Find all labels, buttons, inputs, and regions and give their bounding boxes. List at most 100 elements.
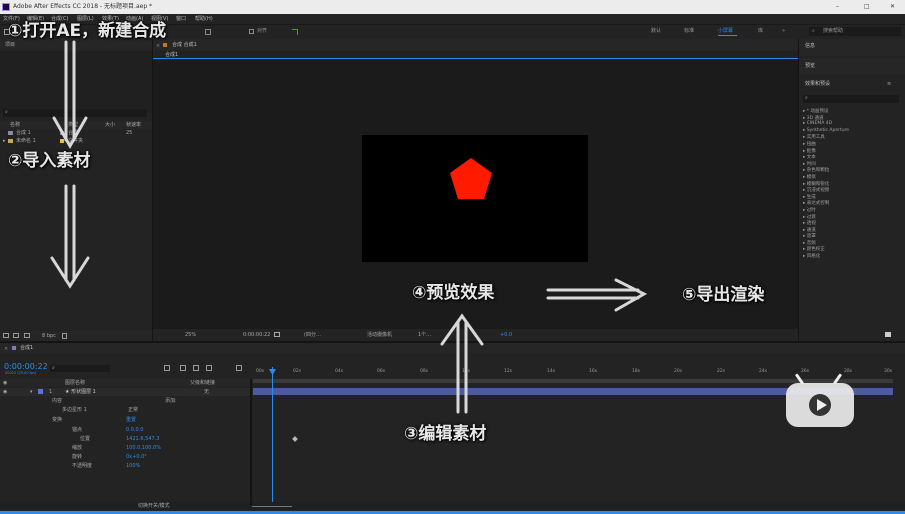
label-color-icon[interactable] (38, 389, 43, 394)
property-contents[interactable]: 内容 (52, 399, 62, 404)
layer-row[interactable]: ◉ ▾ 1 ★ 形状图层 1 无 (0, 388, 250, 396)
close-tab-icon[interactable]: × (156, 43, 160, 49)
viewer-timecode[interactable]: 0:00:00:22 (243, 333, 270, 338)
snap-checkbox[interactable] (249, 29, 254, 34)
effect-category[interactable]: ▸ 通道 (803, 227, 901, 234)
preview-panel-header[interactable]: 预览 (799, 58, 905, 75)
snapshot-icon[interactable] (274, 332, 280, 337)
panel-divider[interactable] (798, 39, 799, 341)
disclosure-triangle-icon[interactable]: ▸ (3, 139, 6, 144)
composition-canvas[interactable] (362, 135, 588, 262)
anchor-value[interactable]: 0.0,0.0 (126, 428, 144, 433)
effect-category[interactable]: ▸ 透视 (803, 220, 901, 227)
shape-tool-icon[interactable] (205, 29, 211, 35)
new-preset-icon[interactable] (885, 332, 891, 337)
effect-category[interactable]: ▸ 表达式控制 (803, 200, 901, 207)
effect-category[interactable]: ▸ 扭曲 (803, 141, 901, 148)
column-name[interactable]: 名称 (10, 123, 20, 128)
workspace-default[interactable]: 默认 (651, 29, 661, 34)
effect-category[interactable]: ▸ Synthetic Aperture (803, 128, 901, 135)
viewer-tab-label[interactable]: 合成 合成1 (172, 43, 197, 48)
shy-layers-icon[interactable] (180, 365, 186, 371)
effect-category[interactable]: ▸ 过渡 (803, 214, 901, 221)
effect-category[interactable]: ▸ 杂色和颗粒 (803, 167, 901, 174)
draft-3d-icon[interactable] (164, 365, 170, 371)
add-label[interactable]: 添加: (165, 399, 177, 404)
toggle-switches-modes[interactable]: 切换开关/模式 (138, 504, 170, 509)
frame-blending-icon[interactable] (193, 365, 199, 371)
property-transform[interactable]: 变换 (52, 418, 62, 423)
views-dropdown[interactable]: 1个… (418, 333, 431, 338)
exposure-value[interactable]: +0.0 (500, 333, 512, 338)
resolution-dropdown[interactable]: (四分… (304, 333, 321, 338)
effect-category[interactable]: ▸ 风格化 (803, 253, 901, 260)
new-folder-icon[interactable] (13, 333, 19, 338)
reset-link[interactable]: 重置 (126, 418, 136, 423)
help-search-input[interactable]: ⌕ 搜索帮助 (809, 27, 901, 36)
camera-dropdown[interactable]: 活动摄像机 (367, 333, 392, 338)
workspace-library[interactable]: 库 (758, 29, 763, 34)
graph-editor-icon[interactable] (236, 365, 242, 371)
timeline-current-time[interactable]: 0:00:00:22 (4, 363, 48, 371)
timeline-search-input[interactable]: ⌕ (50, 365, 110, 372)
zoom-slider[interactable] (252, 506, 292, 507)
column-framerate[interactable]: 帧速率 (126, 123, 141, 128)
effects-search-input[interactable]: ⌕ (803, 95, 899, 103)
delete-icon[interactable] (62, 333, 67, 339)
close-button[interactable]: ✕ (890, 4, 895, 10)
effect-category[interactable]: ▸ 音频 (803, 240, 901, 247)
effect-category[interactable]: ▸ 遮罩 (803, 233, 901, 240)
rotation-value[interactable]: 0x+0.0° (126, 455, 147, 460)
lock-icon[interactable] (163, 43, 167, 47)
snap-options-icon[interactable] (292, 29, 298, 35)
property-polystar[interactable]: 多边星形 1 (62, 408, 87, 413)
blend-mode-dropdown[interactable]: 正常 (128, 408, 138, 413)
parent-dropdown[interactable]: 无 (204, 390, 209, 395)
scale-value[interactable]: 100.0,100.0% (126, 446, 161, 451)
column-parent[interactable]: 父级和链接 (190, 381, 215, 386)
panel-divider[interactable] (0, 341, 905, 343)
effect-category[interactable]: ▸ 模拟 (803, 174, 901, 181)
project-search-input[interactable]: ⌕ (3, 109, 147, 117)
effect-category[interactable]: ▸ 颜色校正 (803, 246, 901, 253)
effect-category[interactable]: ▸ 时间 (803, 161, 901, 168)
keyframe-icon[interactable] (292, 436, 298, 442)
project-list-item[interactable]: ▸ 未命名 1 文件夹 (0, 138, 152, 145)
project-list-item[interactable]: 合成 1 合成 25 (0, 130, 152, 137)
panel-divider[interactable] (152, 39, 153, 341)
workspace-small-screen[interactable]: 小屏幕 (718, 29, 733, 34)
maximize-button[interactable]: □ (864, 4, 870, 10)
column-size[interactable]: 大小 (105, 123, 115, 128)
current-time-indicator[interactable] (272, 367, 273, 502)
column-layer-name[interactable]: 图层名称 (65, 381, 85, 386)
column-type[interactable]: 类型 (68, 123, 78, 128)
effect-category[interactable]: ▸ * 动画预设 (803, 108, 901, 115)
bpc-label[interactable]: 8 bpc (42, 334, 56, 339)
zoom-dropdown[interactable]: 25% (185, 333, 196, 338)
motion-blur-icon[interactable] (206, 365, 212, 371)
close-tab-icon[interactable]: × (4, 346, 8, 352)
new-composition-icon[interactable] (24, 333, 30, 338)
info-panel-header[interactable]: 信息 (799, 39, 905, 56)
menu-help[interactable]: 帮助(H) (195, 17, 213, 22)
pentagon-shape[interactable] (362, 135, 588, 262)
effect-category[interactable]: ▸ 模糊和锐化 (803, 181, 901, 188)
menu-window[interactable]: 窗口 (176, 17, 186, 22)
interpret-footage-icon[interactable] (3, 333, 9, 338)
effect-category[interactable]: ▸ 抠像 (803, 148, 901, 155)
minimize-button[interactable]: – (836, 4, 839, 10)
panel-divider[interactable] (250, 379, 252, 505)
eye-icon[interactable]: ◉ (3, 390, 7, 395)
workspace-more-icon[interactable]: » (782, 29, 785, 34)
workspace-standard[interactable]: 标准 (684, 29, 694, 34)
effect-category[interactable]: ▸ 实用工具 (803, 134, 901, 141)
effect-category[interactable]: ▸ 过时 (803, 207, 901, 214)
opacity-value[interactable]: 100% (126, 464, 140, 469)
timeline-tab-label[interactable]: 合成1 (20, 346, 33, 351)
layer-name[interactable]: ★ 形状图层 1 (65, 390, 96, 395)
eye-icon[interactable]: ◉ (3, 381, 7, 386)
viewer-sub-tab[interactable]: 合成1 (165, 53, 178, 58)
position-value[interactable]: 1421.6,547.3 (126, 437, 159, 442)
disclosure-triangle-icon[interactable]: ▾ (30, 390, 33, 395)
panel-menu-icon[interactable]: ≡ (887, 82, 891, 87)
